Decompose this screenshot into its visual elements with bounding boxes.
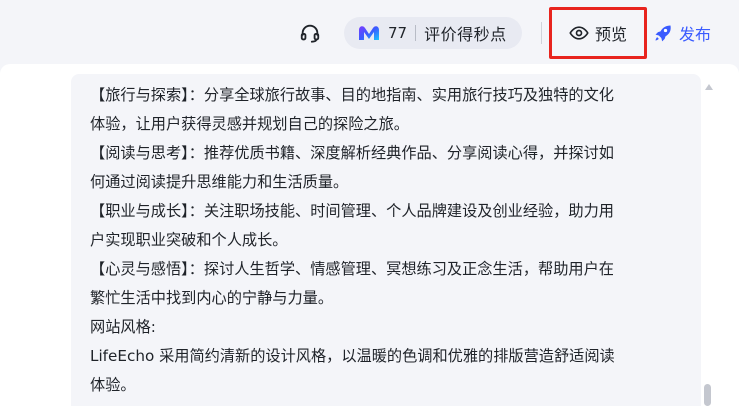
scrollbar[interactable] — [702, 82, 714, 406]
rating-points-pill[interactable]: 77 评价得秒点 — [344, 17, 522, 49]
content-line: LifeEcho 采用简约清新的设计风格，以温暖的色调和优雅的排版营造舒适阅读 — [90, 347, 615, 365]
preview-label: 预览 — [595, 25, 628, 44]
content-line: 【阅读与思考】：推荐优质书籍、深度解析经典作品、分享阅读心得，并探讨如 — [90, 144, 614, 162]
headset-icon — [299, 22, 321, 44]
rocket-icon — [653, 23, 673, 43]
scrollbar-thumb[interactable] — [704, 384, 711, 406]
preview-button[interactable]: 预览 — [549, 7, 647, 59]
content-line: 【旅行与探索】：分享全球旅行故事、目的地指南、实用旅行技巧及独特的文化 — [90, 86, 614, 104]
toolbar-divider — [541, 22, 542, 44]
content-text: 【旅行与探索】：分享全球旅行故事、目的地指南、实用旅行技巧及独特的文化 体验，让用… — [90, 81, 690, 400]
content-line: 【职业与成长】：关注职场技能、时间管理、个人品牌建设及创业经验，助力用 — [90, 202, 614, 220]
content-line: 体验。 — [90, 376, 136, 394]
content-line: 何通过阅读提升思维能力和生活质量。 — [90, 173, 349, 191]
brand-m-logo-icon — [358, 25, 380, 41]
eye-icon — [569, 23, 589, 43]
pill-divider — [415, 25, 417, 41]
content-line: 户实现职业突破和个人成长。 — [90, 231, 288, 249]
content-line: 体验，让用户获得灵感并规划自己的探险之旅。 — [90, 115, 409, 133]
points-label: 评价得秒点 — [424, 25, 507, 44]
content-line: 繁忙生活中找到内心的宁静与力量。 — [90, 289, 333, 307]
points-count: 77 — [388, 24, 408, 42]
content-line: 网站风格: — [90, 318, 156, 336]
content-line: 【心灵与感悟】：探讨人生哲学、情感管理、冥想练习及正念生活，帮助用户在 — [90, 260, 614, 278]
customer-support-button[interactable] — [297, 20, 323, 46]
publish-label: 发布 — [679, 25, 712, 44]
scroll-up-arrow-icon[interactable] — [705, 84, 713, 90]
publish-button[interactable]: 发布 — [653, 18, 711, 48]
top-toolbar: 77 评价得秒点 预览 发布 — [0, 0, 739, 64]
